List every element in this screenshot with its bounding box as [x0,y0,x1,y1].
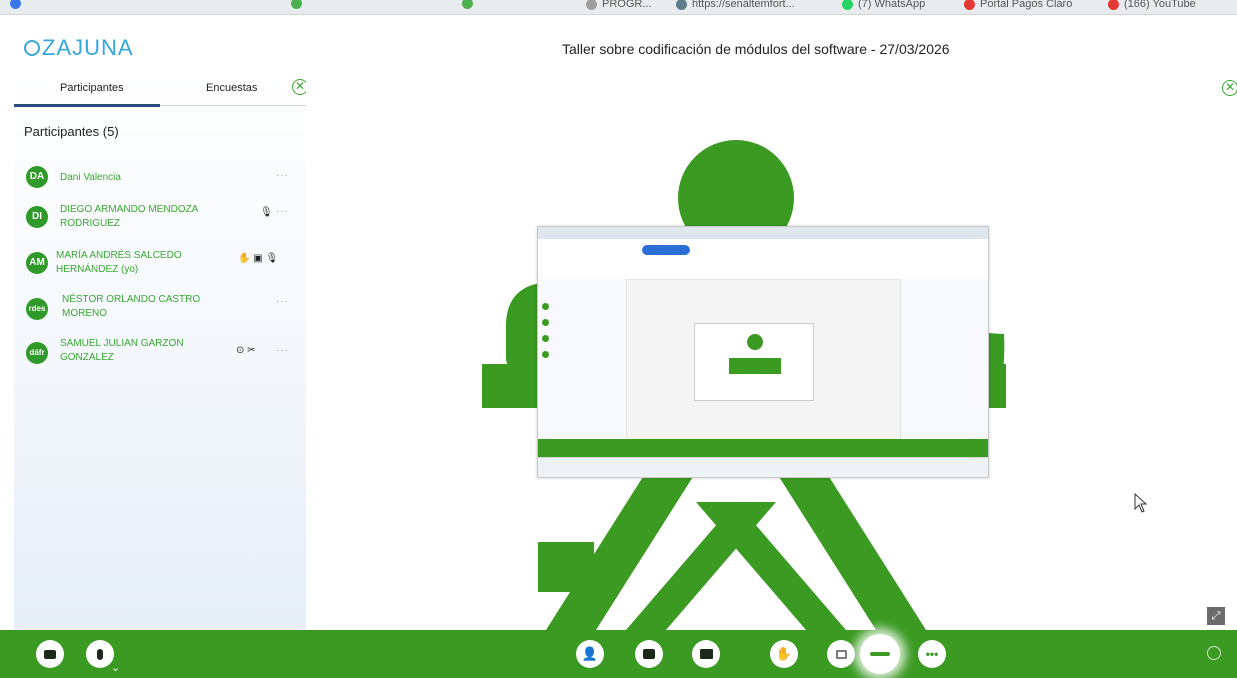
bookmark-icon [291,0,302,9]
bookmark-5[interactable]: (166) YouTube [1108,0,1196,10]
avatar: dáfr [26,342,48,364]
bookmark-1[interactable]: PROGR... [586,0,652,10]
participant-menu-icon[interactable]: ··· [276,206,289,217]
chat-icon [643,649,655,659]
more-icon: ••• [925,647,939,661]
participant-menu-icon[interactable]: ··· [276,345,289,356]
chat-button[interactable] [635,640,663,668]
participant-row[interactable]: rdes NÉSTOR ORLANDO CASTRO MORENO ··· [26,292,296,322]
shared-taskbar [538,457,988,477]
microphone-icon: 🎙 [260,207,273,218]
raise-hand-button[interactable]: ✋ [770,640,798,668]
whiteboard-button[interactable] [827,640,855,668]
participant-row[interactable]: DI DIEGO ARMANDO MENDOZA RODRIGUEZ 🎙 ··· [26,202,296,232]
participant-name: MARÍA ANDRÉS SALCEDO HERNÁNDEZ (yo) [56,250,182,275]
avatar: rdes [26,298,48,320]
participant-name: DIEGO ARMANDO MENDOZA RODRIGUEZ [60,204,198,229]
shared-app-header [538,261,988,280]
shared-nested-window [694,323,814,401]
browser-tabs-row [10,0,473,9]
more-options-button[interactable]: ••• [918,640,946,668]
shared-screen-window[interactable] [537,226,989,478]
participant-row[interactable]: dáfr SAMUEL JULIAN GARZON GONZALEZ ⊙ ✂ ·… [26,336,296,366]
app-logo: ZAJUNA [24,35,134,61]
microphone-button[interactable] [86,640,114,668]
shared-browser-tabs [538,227,988,239]
logo-lower-left [538,542,594,592]
claro-icon [964,0,975,10]
camera-icon [44,649,56,659]
fullscreen-icon[interactable]: ⤢ [1207,607,1225,625]
bookmark-3[interactable]: (7) WhatsApp [842,0,925,10]
share-screen-button[interactable] [692,640,720,668]
youtube-icon [1108,0,1119,10]
record-button[interactable] [860,634,900,674]
shared-address-bar [538,239,988,262]
share-screen-icon [699,649,713,659]
status-icons: ✋ ▣ 🎙 [238,253,279,264]
tab-divider [160,105,306,106]
whatsapp-icon [842,0,853,10]
participant-menu-icon[interactable]: ··· [276,296,289,307]
record-icon [870,652,890,656]
participants-count-title: Participantes (5) [24,124,119,139]
browser-bookmarks-bar: PROGR... https://senaltemfort... (7) Wha… [0,0,1237,15]
mic-options-chevron-icon[interactable]: ⌄ [111,661,120,674]
panel-tabs: Participantes Encuestas [14,72,306,107]
participant-name: NÉSTOR ORLANDO CASTRO MORENO [62,294,201,319]
emoji-icon[interactable] [1207,646,1221,660]
browser-icon [10,0,21,9]
participants-panel: Participantes Encuestas ✕ Participantes … [14,72,308,630]
meeting-toolbar: ⌄ 👤 ✋ ••• [0,630,1237,678]
bookmark-2[interactable]: https://senaltemfort... [676,0,795,10]
shared-toolbar [538,439,988,457]
participant-name: Dani Valencia [60,172,121,183]
microphone-icon [97,648,103,660]
globe-icon [676,0,687,10]
file-icon [586,0,597,10]
participant-name: SAMUEL JULIAN GARZON GONZALEZ [60,338,184,363]
shared-participants-panel [538,279,627,439]
shared-blue-button [642,245,690,255]
camera-button[interactable] [36,640,64,668]
participant-row[interactable]: DA Dani Valencia ··· [26,166,296,190]
participant-row[interactable]: AM MARÍA ANDRÉS SALCEDO HERNÁNDEZ (yo) ✋… [26,248,296,278]
meeting-title: Taller sobre codificación de módulos del… [562,41,950,57]
bookmark-icon [462,0,473,9]
status-icons: ⊙ ✂ [236,345,256,356]
tab-participantes[interactable]: Participantes [60,82,124,94]
active-tab-indicator [14,104,160,107]
shared-right-panel [900,279,988,439]
avatar: DI [26,206,48,228]
logo-mark-icon [24,40,40,56]
avatar: AM [26,252,48,274]
whiteboard-icon [835,649,847,659]
raise-hand-icon: ✋ [775,646,793,661]
participants-icon: 👤 [581,646,599,661]
participant-menu-icon[interactable]: ··· [276,170,289,181]
app-header: ZAJUNA Taller sobre codificación de módu… [0,15,1237,73]
participants-button[interactable]: 👤 [576,640,604,668]
bookmark-4[interactable]: Portal Pagos Claro [964,0,1072,10]
avatar: DA [26,166,48,188]
mouse-cursor-icon [1134,493,1148,513]
tab-encuestas[interactable]: Encuestas [206,82,257,94]
